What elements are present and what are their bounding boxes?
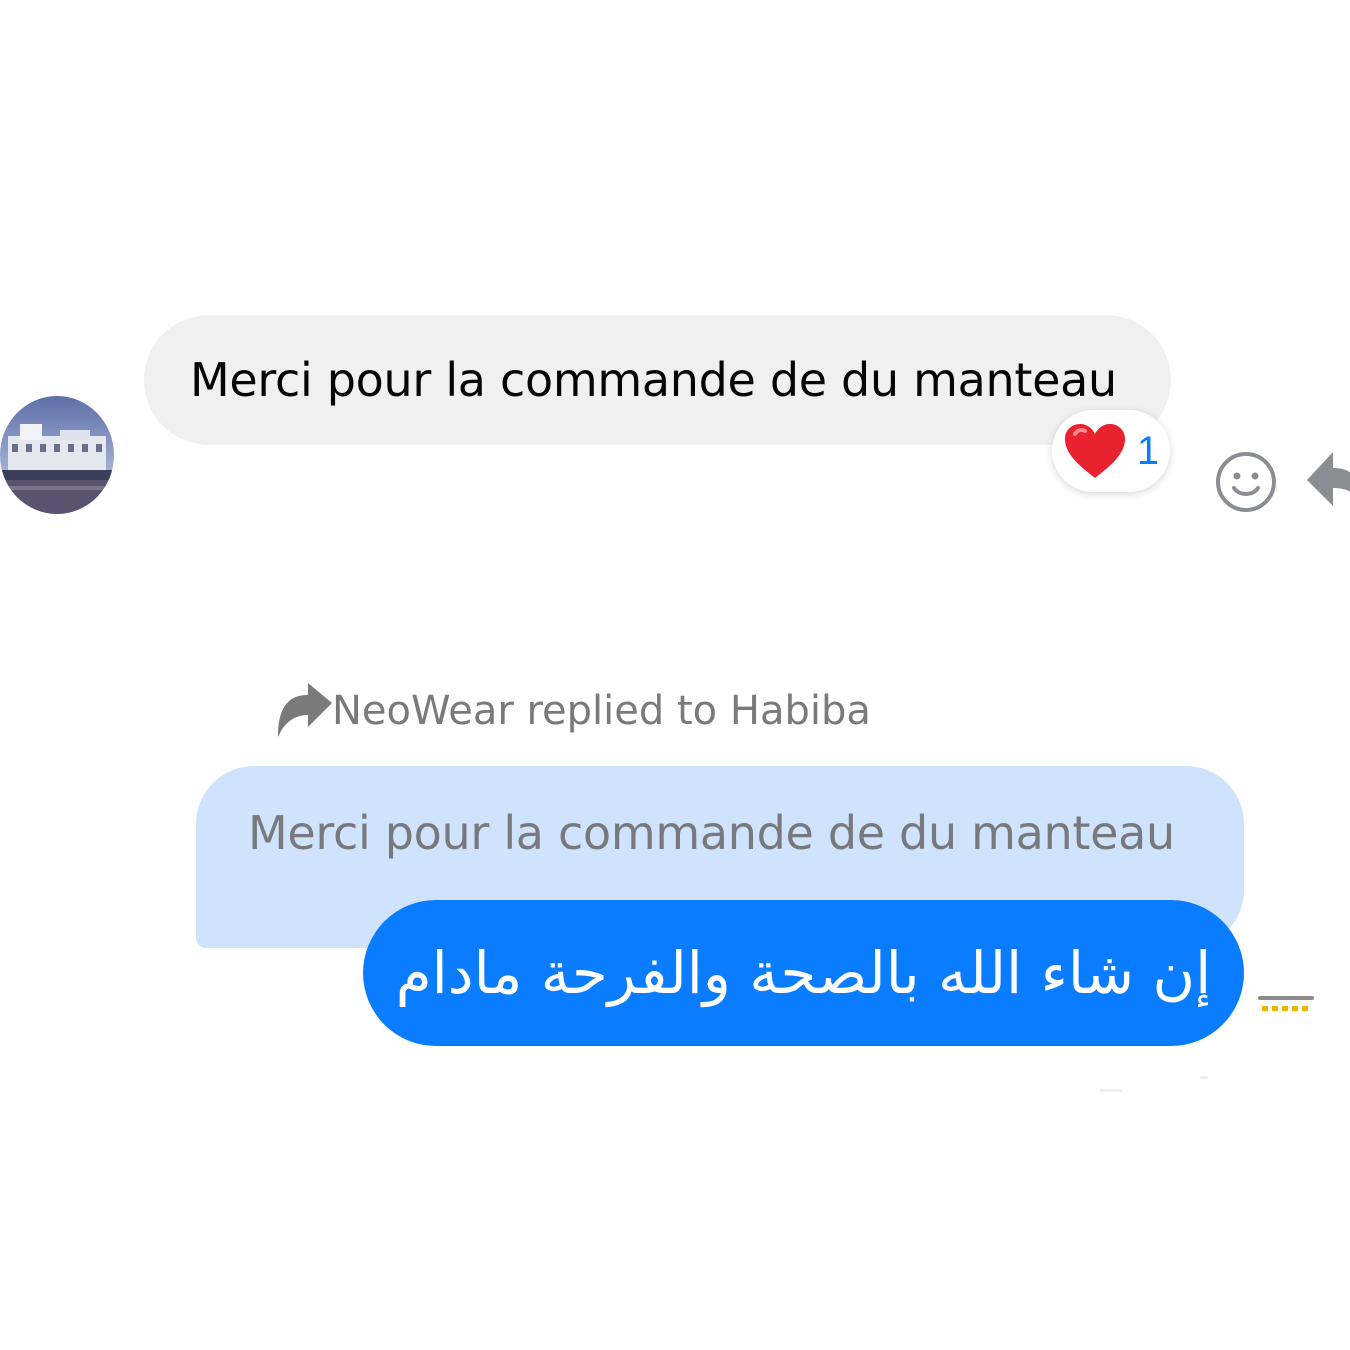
reaction-count: 1 [1136,428,1160,473]
quoted-message-text: Merci pour la commande de du manteau [248,806,1175,860]
outgoing-message-bubble[interactable]: إن شاء الله بالصحة والفرحة مادام [363,900,1244,1046]
reply-arrow-icon [276,683,334,739]
smiley-icon[interactable] [1214,450,1278,514]
divider [1200,1076,1208,1079]
divider [1100,1089,1122,1092]
sender-avatar[interactable] [0,396,114,514]
outgoing-message-text: إن شاء الله بالصحة والفرحة مادام [395,939,1212,1007]
seen-indicator-avatar [1256,990,1316,1020]
heart-icon [1064,424,1125,478]
reply-icon[interactable] [1305,446,1350,512]
incoming-message-text: Merci pour la commande de du manteau [190,353,1117,407]
reply-header-text: NeoWear replied to Habiba [332,688,871,734]
reply-context: NeoWear replied to Habiba [276,676,871,746]
reaction-badge[interactable]: 1 [1052,410,1170,492]
chat-thread: Merci pour la commande de du manteau 1 N… [0,0,1350,1350]
incoming-message-bubble[interactable]: Merci pour la commande de du manteau [144,315,1171,445]
sender-avatar-image [0,396,114,514]
